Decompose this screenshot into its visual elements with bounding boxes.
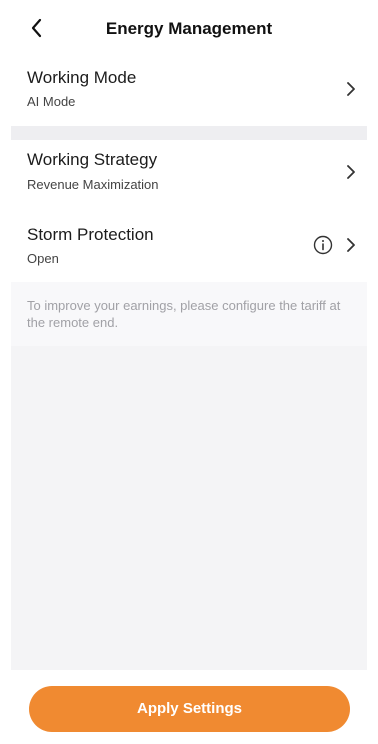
working-mode-value: AI Mode bbox=[27, 94, 76, 109]
chevron-right-icon bbox=[343, 164, 359, 180]
screen: Energy Management Working Mode AI Mode W… bbox=[0, 0, 378, 744]
storm-protection-value: Open bbox=[27, 251, 59, 266]
page-title: Energy Management bbox=[105, 19, 273, 38]
tariff-note-text: To improve your earnings, please configu… bbox=[27, 298, 341, 330]
top-bar: Energy Management bbox=[11, 0, 367, 58]
working-strategy-row[interactable]: Working Strategy Revenue Maximization bbox=[11, 140, 367, 208]
working-strategy-value: Revenue Maximization bbox=[27, 177, 159, 192]
working-mode-row[interactable]: Working Mode AI Mode bbox=[11, 58, 367, 126]
storm-protection-info-button[interactable] bbox=[313, 235, 333, 255]
working-mode-label: Working Mode bbox=[27, 68, 137, 87]
section-divider bbox=[11, 126, 367, 140]
working-strategy-label: Working Strategy bbox=[27, 150, 158, 169]
storm-protection-label: Storm Protection bbox=[27, 225, 154, 244]
apply-settings-button[interactable]: Apply Settings bbox=[29, 686, 350, 732]
info-icon bbox=[313, 235, 333, 255]
chevron-right-icon bbox=[343, 237, 359, 253]
storm-protection-row[interactable]: Storm Protection Open bbox=[11, 208, 367, 282]
chevron-right-icon bbox=[343, 81, 359, 97]
tariff-note: To improve your earnings, please configu… bbox=[11, 282, 367, 346]
